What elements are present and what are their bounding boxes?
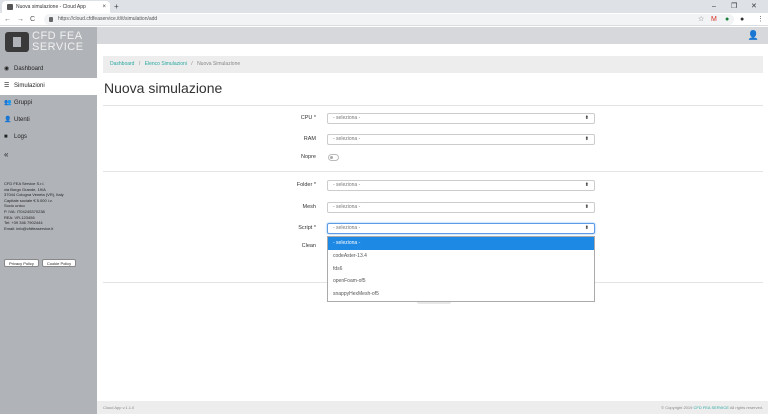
browser-tabbar: Nuova simulazione - Cloud App × + – ❐ ✕ <box>0 0 768 13</box>
new-tab-button[interactable]: + <box>114 0 119 13</box>
cpu-select-value: - seleziona - <box>333 115 361 121</box>
dropdown-option[interactable]: codeAster-13.4 <box>328 250 594 263</box>
dropdown-option[interactable]: openFoam-of5 <box>328 275 594 288</box>
divider <box>103 171 763 172</box>
menu-icon[interactable]: ⋮ <box>757 13 764 26</box>
url-text: https://cloud.cfdfeaservice.it/it/simula… <box>58 16 158 22</box>
script-label: Script * <box>298 225 316 231</box>
sidebar-item-logs[interactable]: ■ Logs <box>0 129 97 146</box>
nopre-toggle[interactable] <box>328 154 339 161</box>
sidebar-item-label: Dashboard <box>14 66 44 72</box>
script-select-value: - seleziona - <box>333 225 361 231</box>
user-menu-icon[interactable]: 👤 <box>748 30 759 40</box>
reload-icon[interactable]: C <box>30 13 35 26</box>
chevron-updown-icon: ⬍ <box>584 225 589 231</box>
copyright: © Copyright 2019 CFD FEA SERVICE All rig… <box>661 401 763 414</box>
group-icon: 👥 <box>4 100 12 106</box>
sidebar-item-label: Gruppi <box>14 100 33 106</box>
user-icon: 👤 <box>4 117 12 123</box>
ram-label: RAM <box>303 136 316 142</box>
app-version: Cloud App v.1.1.0 <box>103 405 135 410</box>
chevron-updown-icon: ⬍ <box>584 115 589 121</box>
logo-icon <box>5 32 29 52</box>
cookie-policy-button[interactable]: Cookie Policy <box>41 259 77 267</box>
maximize-icon[interactable]: ❐ <box>731 0 737 13</box>
sidebar-item-label: Logs <box>14 134 28 140</box>
minimize-icon[interactable]: – <box>712 0 716 13</box>
list-icon: ☰ <box>4 83 10 89</box>
breadcrumb-current: Nuova Simulazione <box>197 61 241 67</box>
clean-label: Clean <box>301 243 316 249</box>
cpu-select[interactable]: - seleziona - ⬍ <box>327 113 595 124</box>
back-icon[interactable]: ← <box>4 13 11 26</box>
copyright-suffix: All rights reserved. <box>729 405 763 410</box>
footer-brand-link[interactable]: CFD FEA SERVICE <box>693 405 729 410</box>
star-icon[interactable]: ☆ <box>698 13 704 26</box>
address-bar: ← → C https://cloud.cfdfeaservice.it/it/… <box>0 13 768 26</box>
chevron-updown-icon: ⬍ <box>584 136 589 142</box>
breadcrumb-separator: / <box>191 61 193 67</box>
gmail-icon[interactable]: M <box>711 13 717 26</box>
privacy-policy-button[interactable]: Privacy Policy <box>4 259 39 267</box>
dropdown-option[interactable]: fds6 <box>328 263 594 276</box>
folder-select-value: - seleziona - <box>333 182 361 188</box>
topbar: 👤 <box>97 27 768 44</box>
sidebar-item-dashboard[interactable]: ◉ Dashboard <box>0 61 97 78</box>
dropdown-option[interactable]: - seleziona - <box>328 237 594 250</box>
toggle-knob <box>330 156 333 159</box>
favicon-icon <box>7 4 13 10</box>
chevron-updown-icon: ⬍ <box>584 204 589 210</box>
dashboard-icon: ◉ <box>4 66 10 72</box>
nopre-label: Nopre <box>301 154 316 160</box>
breadcrumb-elenco[interactable]: Elenco Simulazioni <box>145 61 187 67</box>
breadcrumb-dashboard[interactable]: Dashboard <box>110 61 134 67</box>
collapse-icon: « <box>4 150 9 159</box>
dropdown-option[interactable]: snappyHexMesh-of5 <box>328 288 594 301</box>
sidebar-item-label: Simulazioni <box>14 83 45 89</box>
company-line: Email: info@cfdfeaservice.it <box>4 225 54 231</box>
folder-label: Folder * <box>296 182 316 188</box>
mesh-label: Mesh <box>302 204 316 210</box>
sidebar-nav: ◉ Dashboard ☰ Simulazioni 👥 Gruppi 👤 Utenti … <box>0 61 97 163</box>
chevron-updown-icon: ⬍ <box>584 182 589 188</box>
extension-icon[interactable]: ● <box>725 13 729 26</box>
sidebar-item-simulazioni[interactable]: ☰ Simulazioni <box>0 78 97 95</box>
divider <box>103 105 763 106</box>
breadcrumb-separator: / <box>138 61 141 67</box>
profile-icon[interactable]: ● <box>740 13 744 26</box>
mesh-select-value: - seleziona - <box>333 204 361 210</box>
sidebar: CFD FEA SERVICE ◉ Dashboard ☰ Simulazioni … <box>0 27 97 414</box>
logo-line2: SERVICE <box>32 41 84 53</box>
breadcrumb: Dashboard / Elenco Simulazioni / Nuova S… <box>103 56 763 73</box>
sidebar-item-gruppi[interactable]: 👥 Gruppi <box>0 95 97 112</box>
script-dropdown: - seleziona - codeAster-13.4 fds6 openFo… <box>327 236 595 302</box>
page-title: Nuova simulazione <box>104 80 223 96</box>
browser-tab[interactable]: Nuova simulazione - Cloud App × <box>2 1 110 13</box>
sidebar-item-utenti[interactable]: 👤 Utenti <box>0 112 97 129</box>
tab-title: Nuova simulazione - Cloud App <box>16 4 86 10</box>
mesh-select[interactable]: - seleziona - ⬍ <box>327 202 595 213</box>
forward-icon[interactable]: → <box>17 13 24 26</box>
script-select[interactable]: - seleziona - ⬍ <box>327 223 595 234</box>
close-window-icon[interactable]: ✕ <box>751 0 757 13</box>
ram-select-value: - seleziona - <box>333 136 361 142</box>
footer: Cloud App v.1.1.0 © Copyright 2019 CFD F… <box>97 401 768 414</box>
logs-icon: ■ <box>4 134 8 140</box>
url-input[interactable]: https://cloud.cfdfeaservice.it/it/simula… <box>44 14 734 25</box>
folder-select[interactable]: - seleziona - ⬍ <box>327 180 595 191</box>
copyright-prefix: © Copyright 2019 <box>661 405 693 410</box>
company-info: CFD FEA Service S.r.l. via Borgo Grande,… <box>4 181 94 231</box>
ram-select[interactable]: - seleziona - ⬍ <box>327 134 595 145</box>
policy-links: Privacy Policy Cookie Policy <box>4 252 79 270</box>
close-tab-icon[interactable]: × <box>102 1 106 13</box>
sidebar-collapse-button[interactable]: « <box>0 146 97 163</box>
lock-icon <box>49 17 53 22</box>
logo[interactable]: CFD FEA SERVICE <box>3 30 97 54</box>
sidebar-item-label: Utenti <box>14 117 30 123</box>
cpu-label: CPU * <box>300 115 316 121</box>
